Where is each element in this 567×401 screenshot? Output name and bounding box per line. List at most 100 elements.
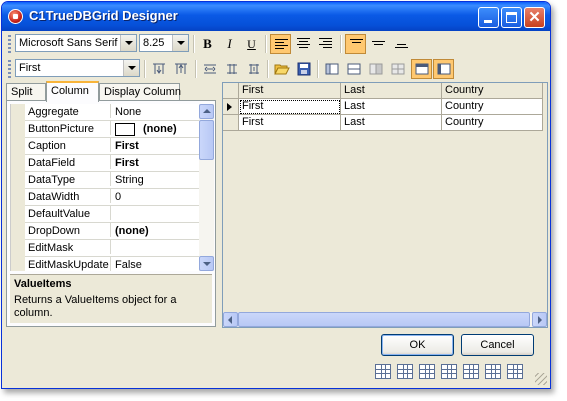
property-row[interactable]: Caption First (11, 138, 201, 155)
property-row[interactable]: DropDown (none) (11, 223, 201, 240)
property-row[interactable]: DataField First (11, 155, 201, 172)
grid-cell[interactable]: Last (341, 115, 442, 131)
chevron-down-icon[interactable] (123, 60, 139, 76)
remove-split-button[interactable] (243, 59, 264, 79)
designer-window: C1TrueDBGrid Designer ✕ Microsoft Sans S… (1, 1, 551, 389)
property-value[interactable]: None (110, 104, 141, 118)
save-layout-button[interactable] (293, 59, 314, 79)
split-vertical-button[interactable] (221, 59, 242, 79)
resize-grip[interactable] (535, 373, 547, 385)
scroll-thumb[interactable] (238, 312, 530, 327)
property-value[interactable]: String (110, 172, 144, 186)
folder-open-icon (273, 64, 290, 75)
property-row[interactable]: EditMask (11, 240, 201, 257)
grid-view-icon[interactable] (397, 364, 413, 379)
grid-cell[interactable]: Last (341, 99, 442, 115)
toolbar-grip[interactable] (8, 60, 11, 78)
property-row[interactable]: DataWidth 0 (11, 189, 201, 206)
column-header-last[interactable]: Last (341, 83, 442, 99)
arrow-up-icon (203, 109, 211, 113)
grid-view-icon[interactable] (419, 364, 435, 379)
grid-horizontal-scrollbar[interactable] (223, 312, 547, 327)
grid-cell[interactable]: First (239, 99, 341, 115)
layout-view-2-button[interactable] (343, 59, 364, 79)
align-right-button[interactable] (315, 34, 336, 54)
valign-middle-icon (372, 41, 385, 52)
grid-preview[interactable]: First Last Country First Last Country Fi… (222, 82, 548, 328)
property-value[interactable] (110, 206, 115, 220)
grid-view-icon[interactable] (375, 364, 391, 379)
font-size-combo[interactable]: 8.25 (139, 34, 189, 52)
property-value-picture[interactable]: (none) (110, 121, 177, 136)
property-value[interactable] (110, 240, 115, 254)
title-bar[interactable]: C1TrueDBGrid Designer ✕ (2, 2, 550, 31)
property-row[interactable]: DataType String (11, 172, 201, 189)
property-value[interactable]: 0 (110, 189, 121, 203)
scroll-left-button[interactable] (223, 312, 238, 327)
grid-view-icon[interactable] (507, 364, 523, 379)
layout-view-6-button[interactable] (433, 59, 454, 79)
valign-middle-button[interactable] (368, 34, 389, 54)
property-scrollbar[interactable] (199, 104, 214, 271)
property-value[interactable]: First (110, 138, 139, 152)
grid-view-icon[interactable] (485, 364, 501, 379)
cancel-button[interactable]: Cancel (461, 334, 534, 356)
chevron-down-icon[interactable] (172, 35, 188, 51)
minimize-button[interactable] (478, 7, 499, 28)
layout-view-1-button[interactable] (321, 59, 342, 79)
property-row[interactable]: ButtonPicture (none) (11, 121, 201, 138)
property-value[interactable]: False (110, 257, 142, 271)
maximize-button[interactable] (501, 7, 522, 28)
toolbar-separator (317, 60, 319, 78)
align-left-button[interactable] (270, 34, 291, 54)
valign-top-button[interactable] (345, 34, 366, 54)
split-horizontal-button[interactable] (199, 59, 220, 79)
insert-column-icon (152, 63, 165, 74)
grid-view-icon[interactable] (441, 364, 457, 379)
grid-cell[interactable]: Country (442, 115, 543, 131)
close-button[interactable]: ✕ (524, 7, 545, 28)
italic-button[interactable]: I (219, 34, 240, 54)
scroll-up-button[interactable] (199, 104, 214, 119)
toolbar-grip[interactable] (8, 35, 11, 53)
tab-column[interactable]: Column (46, 81, 99, 102)
tab-split[interactable]: Split (6, 83, 46, 101)
ok-button[interactable]: OK (381, 334, 454, 356)
toolbar-separator (267, 60, 269, 78)
grid-view-icon[interactable] (463, 364, 479, 379)
insert-column-button[interactable] (148, 59, 169, 79)
tab-display-column[interactable]: Display Column (99, 83, 181, 101)
append-column-button[interactable] (170, 59, 191, 79)
layout-view-3-button[interactable] (365, 59, 386, 79)
save-icon (297, 62, 310, 76)
align-left-icon (275, 39, 288, 50)
remove-split-icon (248, 64, 259, 74)
layout-view-3-icon (369, 63, 382, 75)
grid-cell[interactable]: First (239, 115, 341, 131)
font-name-combo[interactable]: Microsoft Sans Serif (15, 34, 137, 52)
open-layout-button[interactable] (271, 59, 292, 79)
scroll-right-button[interactable] (532, 312, 547, 327)
bold-button[interactable]: B (197, 34, 218, 54)
toolbar-separator (265, 35, 267, 53)
property-value[interactable]: First (110, 155, 139, 169)
property-value[interactable]: (none) (110, 223, 149, 237)
scroll-down-button[interactable] (199, 256, 214, 271)
column-select-combo[interactable]: First (15, 59, 140, 77)
layout-view-4-button[interactable] (387, 59, 408, 79)
toolbar-separator (144, 60, 146, 78)
grid-cell[interactable]: Country (442, 99, 543, 115)
underline-button[interactable]: U (241, 34, 262, 54)
row-indicator-current[interactable] (223, 99, 239, 115)
valign-bottom-button[interactable] (391, 34, 412, 54)
align-center-button[interactable] (293, 34, 314, 54)
chevron-down-icon[interactable] (120, 35, 136, 51)
row-indicator[interactable] (223, 115, 239, 131)
column-header-country[interactable]: Country (442, 83, 543, 99)
layout-view-5-button[interactable] (411, 59, 432, 79)
scroll-thumb[interactable] (199, 120, 214, 160)
column-header-first[interactable]: First (239, 83, 341, 99)
property-row[interactable]: DefaultValue (11, 206, 201, 223)
property-row[interactable]: Aggregate None (11, 104, 201, 121)
property-row[interactable]: EditMaskUpdate False (11, 257, 201, 271)
